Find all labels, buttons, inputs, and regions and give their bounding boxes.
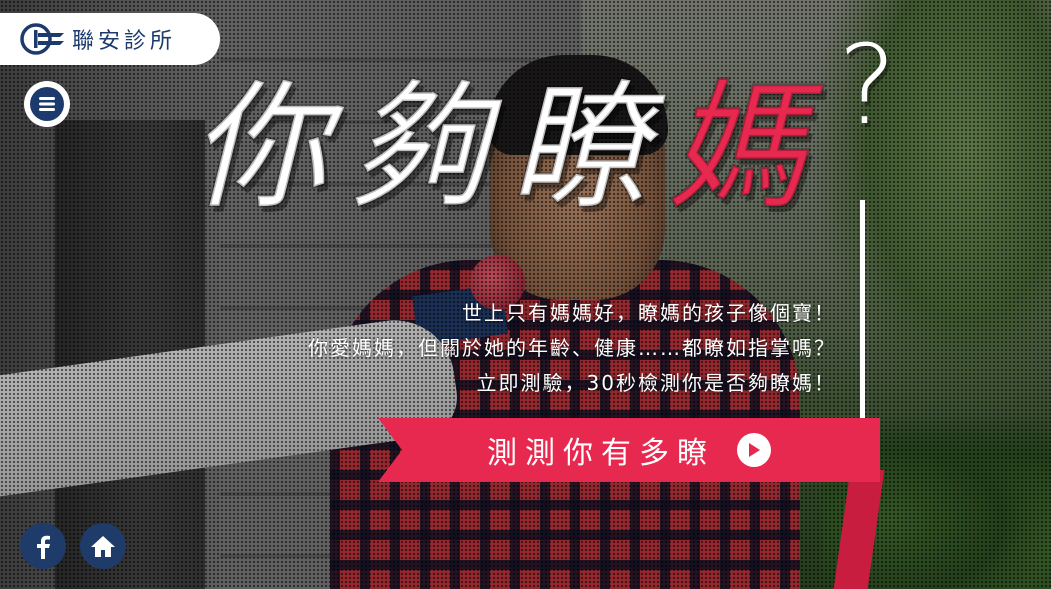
headline-question-mark: ? — [838, 21, 897, 149]
start-quiz-button[interactable]: 測測你有多瞭 — [378, 418, 880, 482]
brand-logo[interactable]: 聯安診所 — [0, 13, 220, 65]
headline: 你 夠 瞭 媽 — [188, 60, 910, 235]
hamburger-menu-icon — [30, 87, 64, 121]
facebook-button[interactable] — [20, 523, 66, 569]
tagline-block: 世上只有媽媽好，瞭媽的孩子像個寶！ 你愛媽媽，但關於她的年齡、健康……都瞭如指掌… — [308, 296, 836, 401]
headline-char-1: 你 — [188, 66, 329, 230]
headline-char-2: 夠 — [348, 66, 489, 230]
play-icon — [737, 433, 771, 467]
clinic-logo-icon — [20, 23, 64, 55]
home-icon — [91, 536, 115, 557]
headline-char-3: 瞭 — [508, 66, 649, 230]
menu-button[interactable] — [24, 81, 70, 127]
headline-char-4-highlight: 媽 — [666, 66, 807, 230]
tagline-1: 世上只有媽媽好，瞭媽的孩子像個寶！ — [462, 301, 836, 325]
brand-name: 聯安診所 — [72, 29, 177, 54]
facebook-icon — [37, 535, 50, 559]
tagline-3: 立即測驗，30秒檢測你是否夠瞭媽！ — [476, 371, 836, 395]
tagline-2: 你愛媽媽，但關於她的年齡、健康……都瞭如指掌嗎？ — [308, 336, 836, 360]
home-button[interactable] — [80, 523, 126, 569]
start-quiz-label: 測測你有多瞭 — [487, 436, 715, 471]
